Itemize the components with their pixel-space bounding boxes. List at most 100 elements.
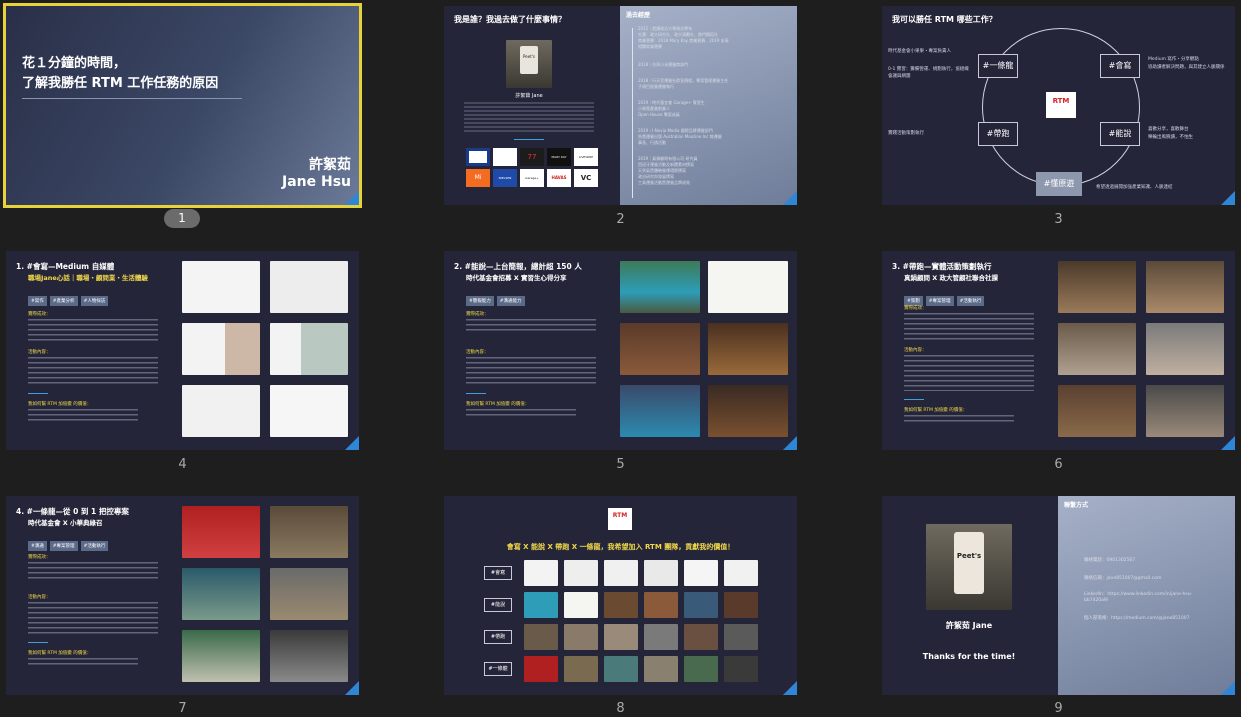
slide-title: 我是誰？我過去做了什麼事情？ [454, 15, 566, 24]
slide-thumbnail-6[interactable]: 3. #帶跑—實體活動策劃執行 真鍋顧問 X 政大管顧社聯合社課 #策劃 #專案管… [882, 251, 1235, 450]
contact-email: 聯絡信箱：jane851007@gmail.com [1084, 576, 1162, 581]
accent-underline [904, 399, 924, 400]
article-screenshot [270, 261, 348, 313]
slide-title-line1: 花１分鐘的時間， [22, 56, 127, 71]
article-screenshot [270, 385, 348, 437]
profile-photo: Peet's [926, 524, 1012, 610]
slide-thumbnail-4[interactable]: 1. #會寫—Medium 自媒體 職場Jane心話｜職場・顧問業・生活體驗 #… [6, 251, 359, 450]
slide-corner-marker [345, 191, 359, 205]
body-text-block [466, 357, 596, 385]
experience-panel: 過去經歷 2015｜就讀政治大學政治學系 社團：政大研究社、政大演劃社、熱門舞蹈… [620, 6, 797, 205]
presenter-name-en: Jane Hsu [281, 174, 351, 190]
event-photo [1146, 323, 1224, 375]
timeline-line [632, 28, 633, 198]
bottom-note: 希望透過展開加強產業知識、人脈連結 [1096, 185, 1173, 190]
slide-thumbnail-1[interactable]: 花１分鐘的時間， 了解我勝任 RTM 工作任務的原因 許絮茹 Jane Hsu [3, 3, 362, 208]
event-photo [1058, 261, 1136, 313]
tag-row: #策劃 #專案管理 #活動執行 [904, 287, 987, 306]
section-label: 實際成效： [28, 555, 51, 560]
section-label: 實際成效： [466, 312, 489, 317]
slide-corner-marker [783, 191, 797, 205]
section-label: 我如何幫 RTM 加值變 的價值： [28, 651, 92, 656]
event-photo [270, 630, 348, 682]
article-screenshot [182, 323, 260, 375]
section-label: 我如何幫 RTM 加值變 的價值： [904, 408, 968, 413]
thumbnail [684, 560, 718, 586]
row-label-all-round: #一條龍 [484, 662, 512, 676]
thumbnail [724, 624, 758, 650]
section-label: 我如何幫 RTM 加值變 的價值： [466, 402, 530, 407]
tag: #產業分析 [49, 296, 78, 306]
row-label-leading: #帶跑 [484, 630, 512, 644]
slide-thumbnail-5[interactable]: 2. #能說—上台簡報，總計超 150 人 時代基金會招募 X 實習生心得分享 … [444, 251, 797, 450]
accent-underline [28, 393, 48, 394]
accent-underline [514, 139, 544, 140]
accent-underline [28, 642, 48, 643]
presenter-name-cn: 許絮茹 [309, 157, 351, 173]
slide-thumbnail-8[interactable]: RTM 會寫 X 能說 X 帶跑 X 一條龍，我希望加入 RTM 團隊，貢獻我的… [444, 496, 797, 695]
body-text-block [28, 319, 158, 341]
section-label: 活動內容： [28, 350, 51, 355]
body-text-block [28, 602, 158, 636]
logo-mary-kay: MARY KAY [547, 148, 571, 166]
skill-box-highlight: #懂原遊 [1036, 172, 1082, 196]
slide-subheading: 時代基金會招募 X 實習生心得分享 [466, 274, 567, 282]
body-text-block [28, 658, 138, 668]
slide-subheading: 時代基金會 X 小華典綠召 [28, 519, 103, 527]
slide-number-2: 2 [616, 212, 625, 227]
left-note: 時代基金會小果果・專案負責人 [888, 49, 951, 54]
slide-thumbnail-9[interactable]: Peet's 許絮茹 Jane Thanks for the time! 聯繫方… [882, 496, 1235, 695]
tag: #簡報能力 [466, 296, 494, 306]
section-label: 活動內容： [28, 595, 51, 600]
right-note: 喜歡分享，喜歡舞台 [1148, 127, 1189, 132]
thumbnail [724, 592, 758, 618]
right-note: 樂輪出風險讀，不怕生 [1148, 135, 1193, 140]
event-photo [620, 385, 700, 437]
slide-heading: 2. #能說—上台簡報，總計超 150 人 [454, 262, 582, 271]
article-screenshot [182, 385, 260, 437]
slide-number-7: 7 [178, 701, 187, 716]
thumbnail [684, 624, 718, 650]
event-photo [270, 568, 348, 620]
tag: #寫作 [28, 296, 47, 306]
body-text-block [904, 313, 1034, 341]
thumbnail [524, 560, 558, 586]
tag: #活動執行 [956, 296, 985, 306]
slide-corner-marker [1221, 436, 1235, 450]
thumbnail [524, 592, 558, 618]
event-photo [1058, 323, 1136, 375]
logo-nielsen: NIELSEN [493, 169, 517, 187]
slide-number-5: 5 [616, 457, 625, 472]
profile-photo: Peet's [506, 40, 552, 88]
thumbnail [604, 592, 638, 618]
event-photo [182, 506, 260, 558]
event-photo [708, 385, 788, 437]
tag-row: #簡報能力 #溝通能力 [466, 287, 528, 306]
thumbnail [524, 656, 558, 682]
thumbnail [564, 560, 598, 586]
event-photo [620, 323, 700, 375]
event-photo [620, 261, 700, 313]
event-photo [708, 323, 788, 375]
slide-thumbnail-3[interactable]: 我可以勝任 RTM 哪些工作？ #一條龍 #會寫 #帶跑 #能說 #懂原遊 RT… [882, 6, 1235, 205]
slide-corner-marker [783, 681, 797, 695]
thumbnail [644, 624, 678, 650]
body-text-block [466, 409, 576, 417]
thumbnail [644, 656, 678, 682]
thumbnail [644, 560, 678, 586]
logo-grid: 77 MARY KAY LIVEWIRE Mi NIELSEN Garage+ … [466, 148, 598, 187]
logo-vc: VC [574, 169, 598, 187]
slide-number-1: 1 [164, 209, 200, 228]
thumbnail [524, 624, 558, 650]
section-label: 我如何幫 RTM 加值變 的價值： [28, 402, 92, 407]
section-label: 實際成效： [28, 312, 51, 317]
tag: #專案管理 [925, 296, 954, 306]
slide-thumbnail-7[interactable]: 4. #一條龍—從 0 到 1 把控專案 時代基金會 X 小華典綠召 #溝通 #專… [6, 496, 359, 695]
skill-box-speaking: #能說 [1100, 122, 1140, 146]
slide-number-4: 4 [178, 457, 187, 472]
accent-underline [466, 393, 486, 394]
divider [22, 98, 242, 99]
tag-row: #寫作 #產業分析 #人物採訪 [28, 287, 111, 306]
slide-thumbnail-2[interactable]: 我是誰？我過去做了什麼事情？ Peet's 許絮茹 Jane 77 MARY K… [444, 6, 797, 205]
body-text-block [466, 319, 596, 333]
